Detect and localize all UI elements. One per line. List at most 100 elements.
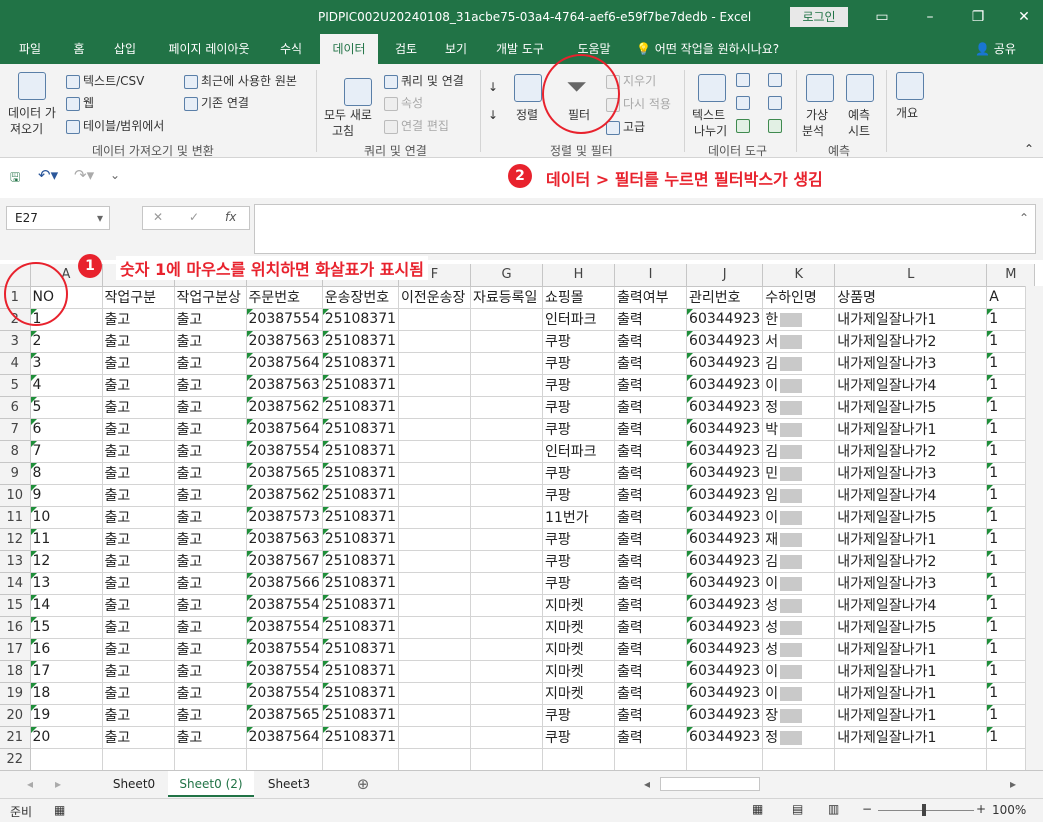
cell[interactable] (398, 418, 472, 441)
cell[interactable]: 25108371 (322, 638, 400, 661)
hscroll-left-icon[interactable]: ◂ (640, 771, 654, 797)
cell[interactable]: 출고 (102, 396, 175, 419)
cell[interactable]: 출고 (174, 660, 247, 683)
cell[interactable]: 출력 (614, 374, 688, 397)
edit-links-button[interactable]: 연결 편집 (384, 117, 449, 134)
cell[interactable]: 출력 (614, 528, 688, 551)
cell[interactable]: 지마켓 (542, 682, 616, 705)
cell[interactable]: 출력 (614, 726, 688, 749)
cell[interactable] (398, 748, 472, 770)
cell[interactable]: 60344923 (686, 572, 764, 595)
cell[interactable] (470, 506, 544, 529)
cell[interactable] (398, 726, 472, 749)
properties-button[interactable]: 속성 (384, 94, 423, 111)
cell[interactable]: 20387565 (246, 462, 323, 485)
header-cell[interactable]: 이전운송장 (398, 286, 472, 309)
cell[interactable]: 25108371 (322, 616, 400, 639)
cell[interactable]: 11번가 (542, 506, 616, 529)
cell[interactable]: 지마켓 (542, 638, 616, 661)
cell[interactable]: 25108371 (322, 660, 400, 683)
cell[interactable]: 25108371 (322, 726, 400, 749)
cell[interactable]: 임 (762, 484, 836, 507)
undo-icon[interactable]: ↶▾ (38, 166, 58, 184)
cell[interactable]: 출고 (174, 528, 247, 551)
cell[interactable]: 20387573 (246, 506, 323, 529)
cell[interactable]: 이 (762, 572, 836, 595)
prev-sheet-icon[interactable]: ◂ (22, 771, 38, 797)
existing-connections-button[interactable]: 기존 연결 (184, 94, 249, 111)
sort-desc-icon[interactable]: ↓ (488, 108, 498, 122)
row-header[interactable]: 17 (0, 638, 31, 661)
cell[interactable]: 출력 (614, 550, 688, 573)
row-header[interactable]: 16 (0, 616, 31, 639)
advanced-filter-button[interactable]: 고급 (606, 118, 645, 135)
cell[interactable]: 출력 (614, 396, 688, 419)
formula-input[interactable]: ⌃ (254, 204, 1036, 254)
cell[interactable]: 20387565 (246, 704, 323, 727)
maximize-icon[interactable]: ❐ (966, 7, 990, 27)
cell[interactable]: 60344923 (686, 660, 764, 683)
cell[interactable]: 17 (30, 660, 103, 683)
flash-fill-icon[interactable] (736, 72, 753, 87)
cell[interactable]: 25108371 (322, 506, 400, 529)
sheet-tab-sheet0[interactable]: Sheet0 (102, 771, 166, 797)
hscroll-right-icon[interactable]: ▸ (1006, 771, 1020, 797)
tab-insert[interactable]: 삽입 (104, 34, 146, 64)
zoom-slider[interactable] (878, 810, 974, 811)
cell[interactable]: 김 (762, 352, 836, 375)
cell[interactable] (470, 638, 544, 661)
cell[interactable]: 20387554 (246, 440, 323, 463)
row-header[interactable]: 7 (0, 418, 31, 441)
cell[interactable]: 출고 (174, 638, 247, 661)
cell[interactable]: 쿠팡 (542, 396, 616, 419)
text-csv-button[interactable]: 텍스트/CSV (66, 72, 144, 89)
cell[interactable] (322, 748, 400, 770)
column-header-g[interactable]: G (470, 264, 544, 287)
tab-data[interactable]: 데이터 (320, 34, 378, 64)
header-cell[interactable]: 출력여부 (614, 286, 688, 309)
queries-connections-button[interactable]: 쿼리 및 연결 (384, 72, 464, 89)
header-cell[interactable]: 작업구분 (102, 286, 175, 309)
cell[interactable]: 20387567 (246, 550, 323, 573)
cell[interactable]: 60344923 (686, 484, 764, 507)
cell[interactable] (614, 748, 688, 770)
cell[interactable]: 출력 (614, 352, 688, 375)
cell[interactable]: 쿠팡 (542, 572, 616, 595)
cell[interactable]: 출고 (102, 726, 175, 749)
row-header[interactable]: 19 (0, 682, 31, 705)
column-header-l[interactable]: L (834, 264, 988, 287)
cell[interactable]: 출력 (614, 594, 688, 617)
close-icon[interactable]: ✕ (1012, 7, 1036, 27)
cell[interactable]: 60344923 (686, 704, 764, 727)
share-button[interactable]: 👤 공유 (975, 34, 1016, 64)
cell[interactable]: 20387564 (246, 726, 323, 749)
header-cell[interactable]: 운송장번호 (322, 286, 400, 309)
cell[interactable]: 내가제일잘나가2 (834, 550, 988, 573)
cell[interactable]: 성 (762, 638, 836, 661)
cell[interactable]: 정 (762, 726, 836, 749)
page-break-view-icon[interactable]: ▥ (828, 802, 839, 816)
cell[interactable]: 8 (30, 462, 103, 485)
name-box[interactable]: E27 ▾ (6, 206, 110, 230)
column-header-i[interactable]: I (614, 264, 688, 287)
cell[interactable]: 출력 (614, 704, 688, 727)
cell[interactable]: 쿠팡 (542, 550, 616, 573)
cell[interactable]: 출고 (174, 704, 247, 727)
cell[interactable]: 출력 (614, 418, 688, 441)
worksheet-grid[interactable]: ABCDEFGHIJKLM1NO작업구분작업구분상주문번호운송장번호이전운송장자… (0, 264, 1043, 770)
horizontal-scrollbar-thumb[interactable] (660, 777, 760, 791)
cell[interactable] (398, 638, 472, 661)
cell[interactable]: 11 (30, 528, 103, 551)
cell[interactable]: 19 (30, 704, 103, 727)
cell[interactable]: 출고 (174, 396, 247, 419)
cell[interactable]: 내가제일잘나가3 (834, 462, 988, 485)
cell[interactable]: 출고 (174, 418, 247, 441)
cell[interactable]: 출고 (102, 330, 175, 353)
cell[interactable]: 4 (30, 374, 103, 397)
cell[interactable]: 2 (30, 330, 103, 353)
cell[interactable] (398, 550, 472, 573)
cell[interactable]: 출고 (174, 374, 247, 397)
cell[interactable]: 내가제일잘나가1 (834, 726, 988, 749)
cell[interactable]: 20387562 (246, 396, 323, 419)
cell[interactable]: 12 (30, 550, 103, 573)
